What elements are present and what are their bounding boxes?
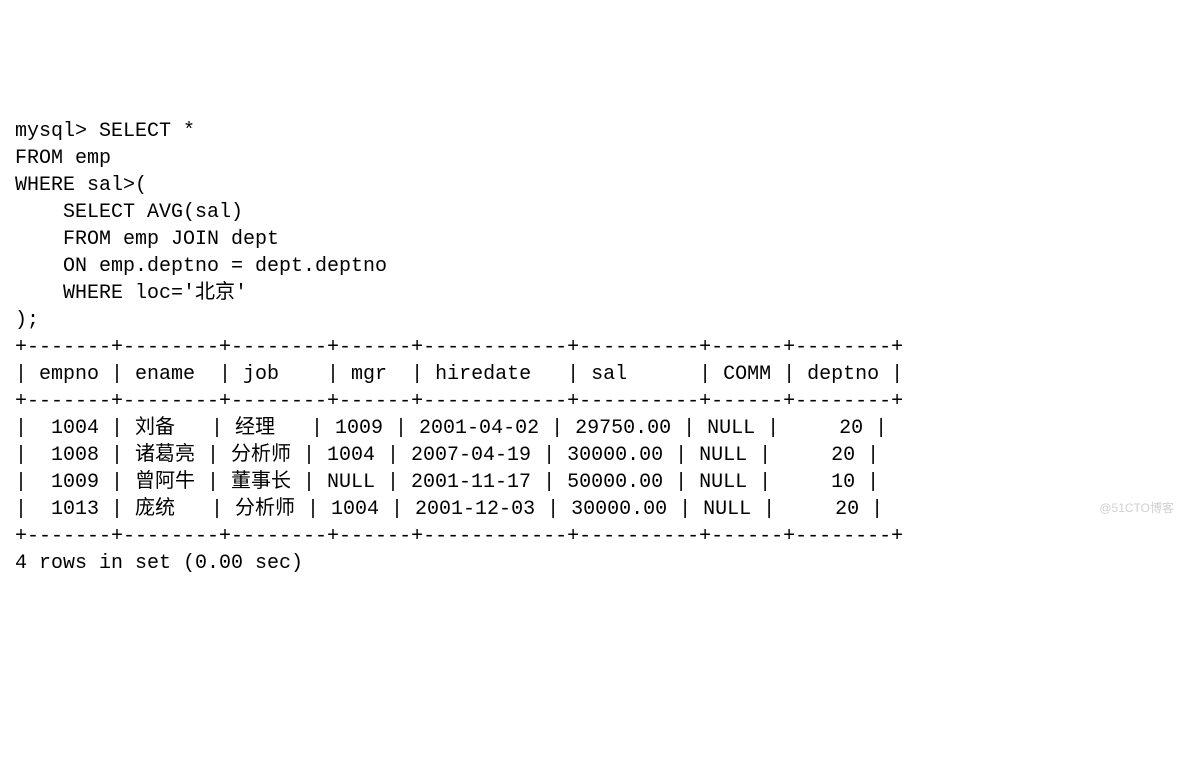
terminal-output: mysql> SELECT * FROM emp WHERE sal>( SEL… (15, 118, 1169, 577)
query-line-2: FROM emp (15, 147, 111, 170)
query-line-4: SELECT AVG(sal) (15, 201, 243, 224)
watermark: @51CTO博客 (1099, 500, 1174, 516)
query-line-1: SELECT * (99, 120, 195, 143)
result-footer: 4 rows in set (0.00 sec) (15, 552, 303, 575)
query-line-7: WHERE loc='北京' (15, 282, 247, 305)
query-line-8: ); (15, 309, 39, 332)
table-row: | 1013 | 庞统 | 分析师 | 1004 | 2001-12-03 | … (15, 498, 883, 521)
table-row: | 1004 | 刘备 | 经理 | 1009 | 2001-04-02 | 2… (15, 417, 887, 440)
table-row: | 1008 | 诸葛亮 | 分析师 | 1004 | 2007-04-19 |… (15, 444, 879, 467)
table-border-bottom: +-------+--------+--------+------+------… (15, 525, 903, 548)
query-line-3: WHERE sal>( (15, 174, 147, 197)
table-row: | 1009 | 曾阿牛 | 董事长 | NULL | 2001-11-17 |… (15, 471, 879, 494)
query-line-6: ON emp.deptno = dept.deptno (15, 255, 387, 278)
mysql-prompt: mysql> (15, 120, 87, 143)
query-line-5: FROM emp JOIN dept (15, 228, 279, 251)
table-border-top: +-------+--------+--------+------+------… (15, 336, 903, 359)
table-header-row: | empno | ename | job | mgr | hiredate |… (15, 363, 903, 386)
table-border-mid: +-------+--------+--------+------+------… (15, 390, 903, 413)
